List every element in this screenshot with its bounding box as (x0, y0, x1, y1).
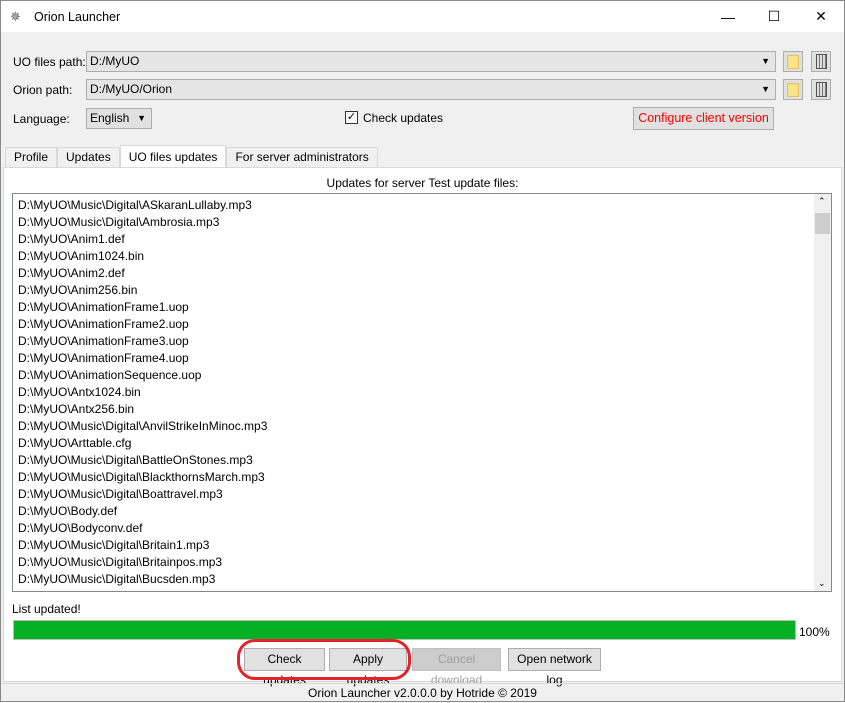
maximize-button[interactable]: ☐ (751, 1, 797, 32)
language-value: English (90, 111, 130, 125)
highlight-annotation (237, 639, 411, 680)
progress-label: 100% (799, 625, 830, 639)
check-updates-checkbox[interactable]: ✓ (345, 111, 358, 124)
language-select[interactable]: English ▼ (86, 108, 152, 129)
list-item[interactable]: D:\MyUO\Anim1.def (13, 231, 831, 248)
list-item[interactable]: D:\MyUO\Antx1024.bin (13, 384, 831, 401)
orion-path-value: D:/MyUO/Orion (90, 82, 173, 96)
files-list[interactable]: D:\MyUO\Music\Digital\ASkaranLullaby.mp3… (12, 193, 832, 592)
browse-orion-button[interactable] (783, 79, 803, 100)
tab-server-administrators[interactable]: For server administrators (226, 147, 378, 167)
launcher-window: ✵ Orion Launcher — ☐ ✕ UO files path: D:… (0, 0, 845, 702)
list-item[interactable]: D:\MyUO\AnimationFrame1.uop (13, 299, 831, 316)
close-button[interactable]: ✕ (798, 1, 844, 32)
list-item[interactable]: D:\MyUO\Music\Digital\Boattravel.mp3 (13, 486, 831, 503)
list-item[interactable]: D:\MyUO\Bodyconv.def (13, 520, 831, 537)
list-item[interactable]: D:\MyUO\AnimationSequence.uop (13, 367, 831, 384)
list-item[interactable]: D:\MyUO\Music\Digital\Britain1.mp3 (13, 537, 831, 554)
orion-app-icon: ✵ (10, 8, 21, 24)
open-network-log-button[interactable]: Open network log (508, 648, 601, 687)
list-item[interactable]: D:\MyUO\Anim1024.bin (13, 248, 831, 265)
uo-path-label: UO files path: (13, 55, 86, 69)
list-item[interactable]: D:\MyUO\AnimationFrame4.uop (13, 350, 831, 367)
folder-icon (787, 83, 799, 97)
uo-path-combo[interactable]: D:/MyUO ▼ (86, 51, 776, 72)
list-item[interactable]: D:\MyUO\Antx256.bin (13, 401, 831, 418)
trash-icon (816, 54, 827, 69)
list-item[interactable]: D:\MyUO\Music\Digital\Bucsden.mp3 (13, 571, 831, 588)
clear-orion-button[interactable] (811, 79, 831, 100)
chevron-down-icon: ▼ (137, 113, 146, 123)
list-item[interactable]: D:\MyUO\Anim2.def (13, 265, 831, 282)
chevron-down-icon: ▼ (761, 84, 770, 94)
progress-bar (13, 620, 796, 640)
language-label: Language: (13, 112, 70, 126)
check-updates-label: Check updates (363, 111, 444, 125)
window-title: Orion Launcher (34, 9, 121, 24)
list-item[interactable]: D:\MyUO\AnimationFrame2.uop (13, 316, 831, 333)
orion-path-combo[interactable]: D:/MyUO/Orion ▼ (86, 79, 776, 100)
tab-bar: Profile Updates UO files updates For ser… (5, 145, 378, 167)
scroll-down-icon[interactable]: ⌄ (818, 578, 826, 589)
list-item[interactable]: D:\MyUO\Music\Digital\ASkaranLullaby.mp3 (13, 197, 831, 214)
configure-client-version-button[interactable]: Configure client version (633, 107, 774, 130)
tab-updates[interactable]: Updates (57, 147, 120, 167)
list-item[interactable]: D:\MyUO\Music\Digital\Britainpos.mp3 (13, 554, 831, 571)
list-item[interactable]: D:\MyUO\AnimationFrame3.uop (13, 333, 831, 350)
title-bar: ✵ Orion Launcher — ☐ ✕ (1, 1, 844, 32)
list-item[interactable]: D:\MyUO\Music\Digital\BattleOnStones.mp3 (13, 452, 831, 469)
scrollbar-thumb[interactable] (815, 213, 830, 234)
footer-status: Orion Launcher v2.0.0.0 by Hotride © 201… (1, 683, 844, 702)
list-item[interactable]: D:\MyUO\Music\Digital\Ambrosia.mp3 (13, 214, 831, 231)
scroll-up-icon[interactable]: ⌃ (818, 196, 826, 207)
vertical-scrollbar[interactable]: ⌃ ⌄ (814, 194, 831, 591)
chevron-down-icon: ▼ (761, 56, 770, 66)
tab-uo-files-updates[interactable]: UO files updates (119, 145, 227, 167)
clear-uo-button[interactable] (811, 51, 831, 72)
uo-path-value: D:/MyUO (90, 54, 140, 68)
folder-icon (787, 55, 799, 69)
updates-heading: Updates for server Test update files: (326, 176, 519, 190)
tab-profile[interactable]: Profile (5, 147, 58, 167)
list-item[interactable]: D:\MyUO\Music\Digital\BlackthornsMarch.m… (13, 469, 831, 486)
list-item[interactable]: D:\MyUO\Anim256.bin (13, 282, 831, 299)
trash-icon (816, 82, 827, 97)
browse-uo-button[interactable] (783, 51, 803, 72)
list-item[interactable]: D:\MyUO\Arttable.cfg (13, 435, 831, 452)
orion-path-label: Orion path: (13, 83, 73, 97)
progress-fill (14, 621, 795, 639)
cancel-download-button: Cancel download (412, 648, 501, 687)
list-item[interactable]: D:\MyUO\Music\Digital\AnvilStrikeInMinoc… (13, 418, 831, 435)
minimize-button[interactable]: — (705, 1, 751, 32)
status-text: List updated! (12, 602, 81, 616)
list-item[interactable]: D:\MyUO\Body.def (13, 503, 831, 520)
